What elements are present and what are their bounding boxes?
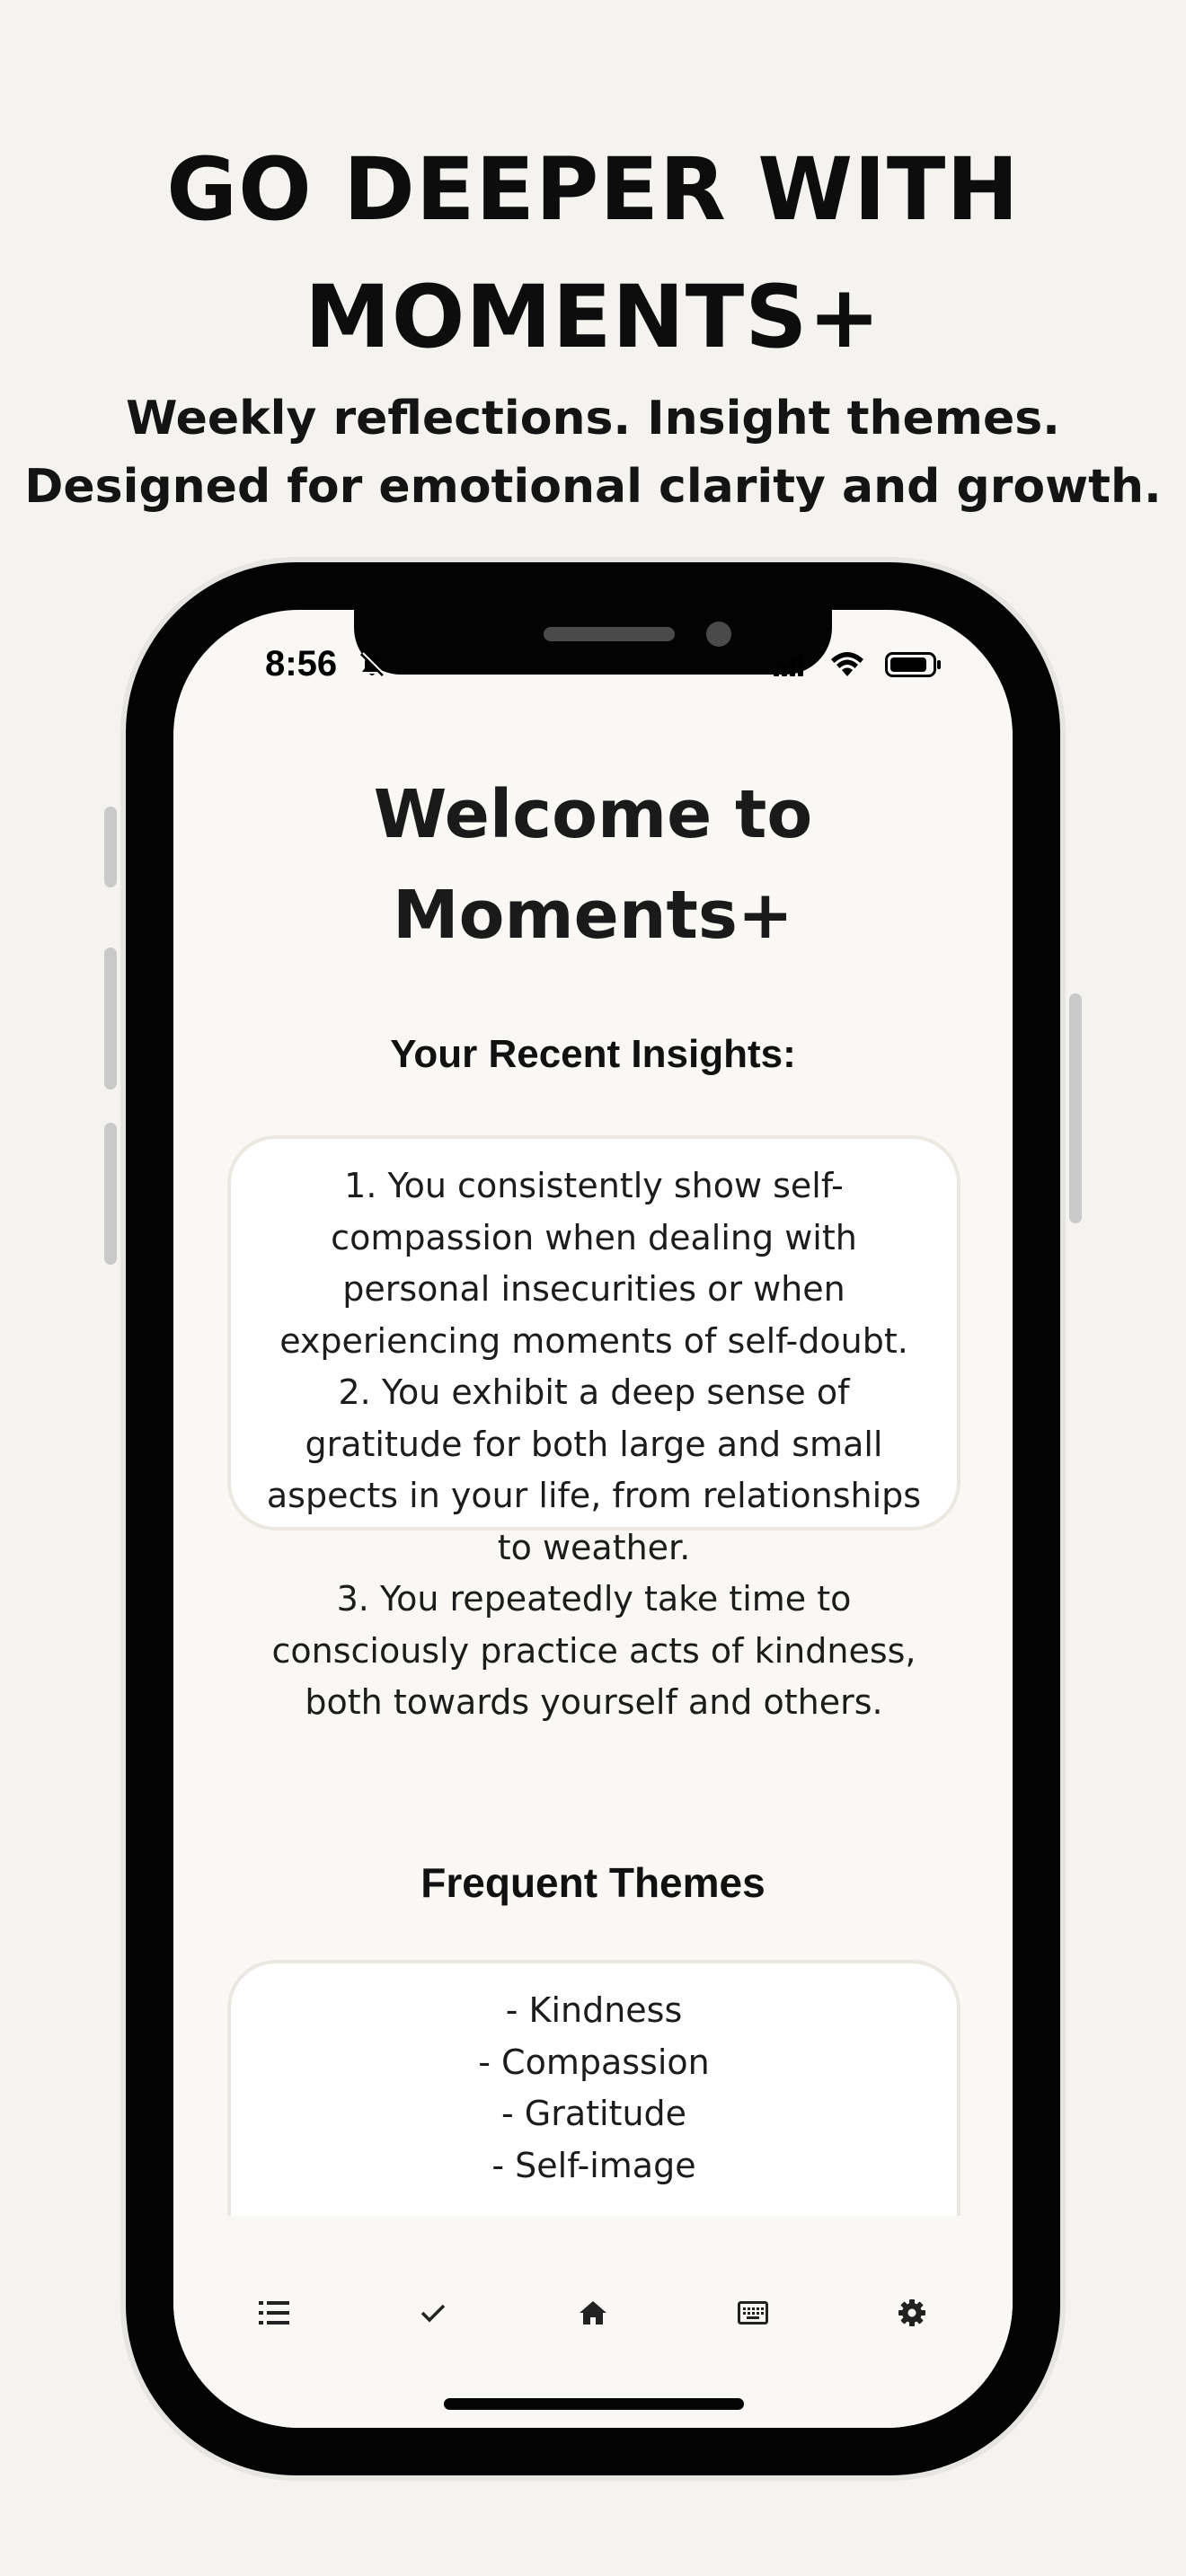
power-button bbox=[1069, 993, 1082, 1223]
nav-settings-button[interactable] bbox=[894, 2295, 930, 2331]
check-icon bbox=[420, 2304, 446, 2323]
volume-down-button bbox=[104, 1123, 117, 1265]
notch bbox=[354, 610, 832, 675]
promo-headline: GO DEEPER WITH MOMENTS+ bbox=[0, 126, 1186, 381]
nav-keyboard-button[interactable] bbox=[735, 2295, 771, 2331]
home-icon bbox=[580, 2301, 606, 2325]
subhead-line-2: Designed for emotional clarity and growt… bbox=[24, 460, 1162, 514]
keyboard-icon bbox=[738, 2301, 768, 2325]
subhead-line-1: Weekly reflections. Insight themes. bbox=[126, 392, 1060, 446]
insight-line: gratitude for both large and small bbox=[305, 1424, 883, 1464]
insight-line: to weather. bbox=[497, 1527, 691, 1567]
battery-icon bbox=[885, 652, 941, 677]
recent-insights-heading: Your Recent Insights: bbox=[390, 1032, 796, 1076]
nav-check-button[interactable] bbox=[415, 2295, 451, 2331]
front-camera bbox=[706, 622, 731, 647]
insight-line: 2. You exhibit a deep sense of bbox=[338, 1372, 850, 1412]
bell-slash-icon bbox=[359, 652, 385, 677]
frequent-themes-heading: Frequent Themes bbox=[420, 1859, 766, 1906]
insights-card: 1. You consistently show self- compassio… bbox=[227, 1135, 960, 1722]
headline-line-2: MOMENTS+ bbox=[305, 267, 881, 367]
theme-item: - Self-image bbox=[491, 2145, 696, 2185]
home-indicator[interactable] bbox=[444, 2398, 744, 2410]
phone-screen: 8:56 Welcome to Moments+ Your Recent Ins… bbox=[173, 610, 1013, 2428]
status-time: 8:56 bbox=[265, 644, 338, 684]
theme-item: - Kindness bbox=[505, 1990, 683, 2030]
welcome-line-2: Moments+ bbox=[393, 877, 793, 954]
insight-line: consciously practice acts of kindness, bbox=[271, 1630, 916, 1671]
insight-line: both towards yourself and others. bbox=[305, 1682, 883, 1722]
cellular-signal-icon bbox=[774, 654, 803, 676]
insight-line: experiencing moments of self-doubt. bbox=[279, 1320, 908, 1361]
nav-home-button[interactable] bbox=[575, 2295, 611, 2331]
insight-line: 3. You repeatedly take time to bbox=[336, 1579, 852, 1619]
promo-subhead: Weekly reflections. Insight themes. Desi… bbox=[0, 384, 1186, 521]
wifi-icon bbox=[831, 652, 863, 676]
volume-up-button bbox=[104, 948, 117, 1090]
headline-line-1: GO DEEPER WITH bbox=[166, 139, 1020, 240]
bottom-nav-bar bbox=[173, 2216, 1013, 2428]
list-icon bbox=[259, 2301, 289, 2325]
settings-gear-icon bbox=[898, 2299, 925, 2326]
insight-line: personal insecurities or when bbox=[342, 1269, 845, 1309]
speaker-grille bbox=[544, 627, 675, 641]
theme-item: - Gratitude bbox=[500, 2094, 687, 2133]
theme-item: - Compassion bbox=[478, 2042, 710, 2082]
insight-line: compassion when dealing with bbox=[331, 1217, 857, 1257]
mute-switch bbox=[104, 807, 117, 887]
nav-list-button[interactable] bbox=[256, 2295, 292, 2331]
insight-line: aspects in your life, from relationships bbox=[266, 1476, 922, 1515]
welcome-title: Welcome to Moments+ bbox=[173, 764, 1013, 966]
insight-line: 1. You consistently show self- bbox=[344, 1166, 844, 1205]
welcome-line-1: Welcome to bbox=[373, 776, 813, 853]
